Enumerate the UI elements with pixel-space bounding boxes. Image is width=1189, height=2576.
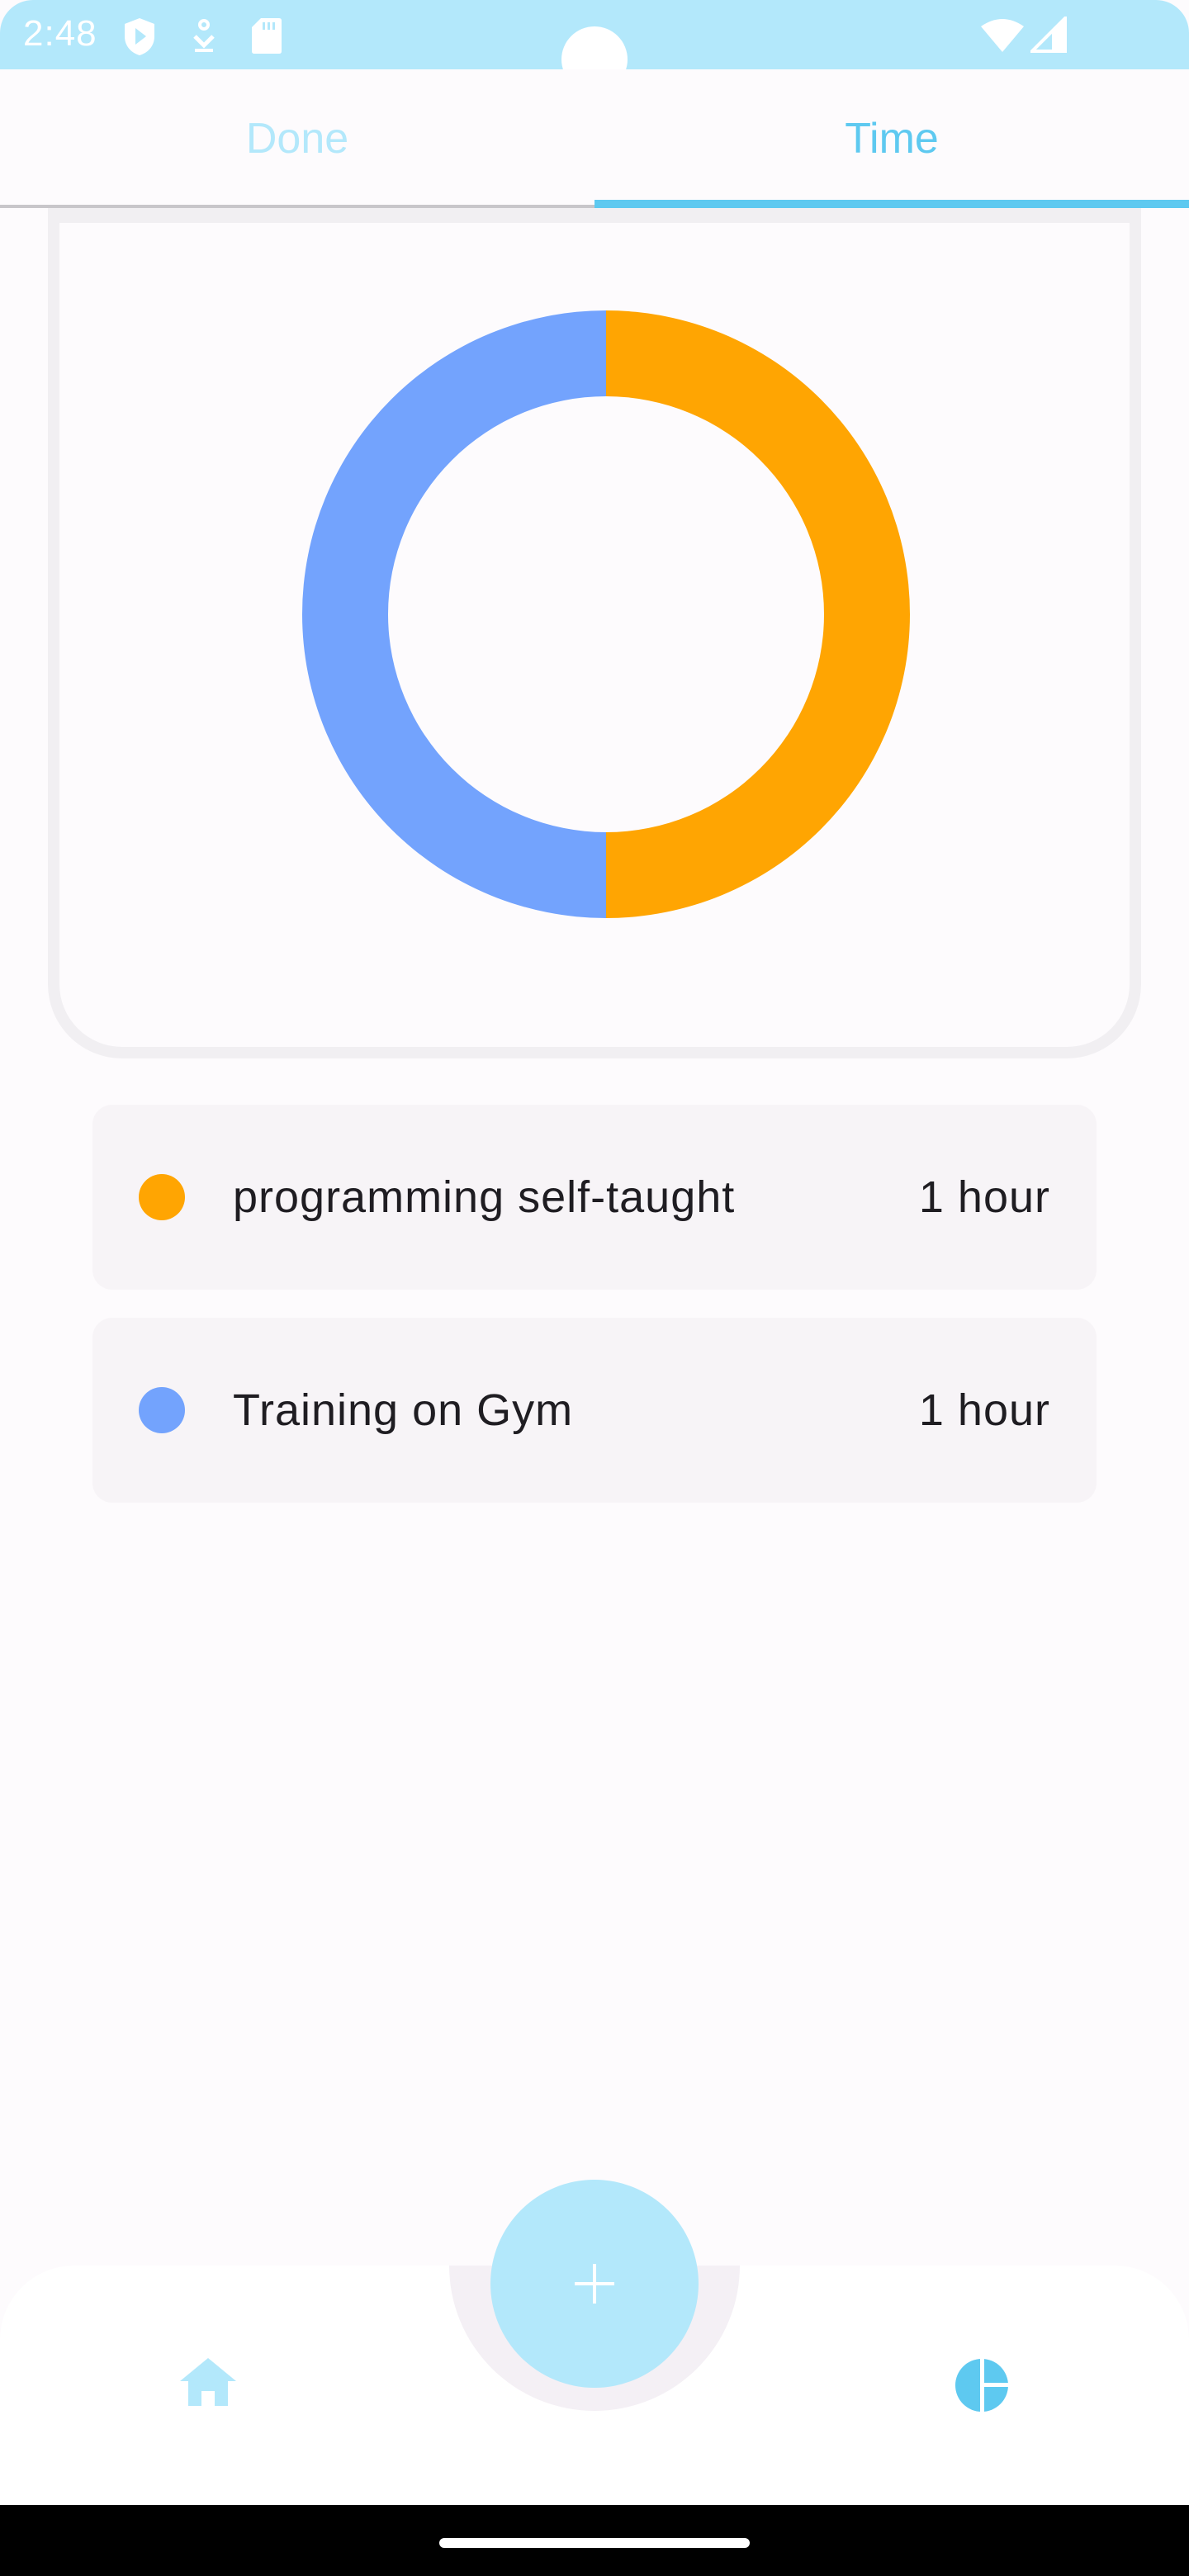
legend-color-dot <box>139 1387 185 1433</box>
chart-card <box>48 208 1141 1058</box>
plus-icon <box>575 2264 614 2304</box>
cellular-signal-icon <box>1030 17 1067 53</box>
legend-row[interactable]: Training on Gym 1 hour <box>92 1318 1097 1503</box>
legend-color-dot <box>139 1174 185 1220</box>
shield-play-icon <box>125 18 154 55</box>
wifi-icon <box>981 19 1024 52</box>
legend-value: 1 hour <box>918 1172 1050 1222</box>
home-icon[interactable] <box>178 2356 238 2408</box>
status-time: 2:48 <box>23 13 97 54</box>
tab-time[interactable]: Time <box>594 69 1189 208</box>
home-gesture-handle[interactable] <box>439 2538 750 2548</box>
donut-chart <box>302 310 910 918</box>
tab-bar: Done Time <box>0 69 1189 208</box>
pie-chart-icon[interactable] <box>955 2358 1009 2413</box>
tab-done[interactable]: Done <box>0 69 594 208</box>
legend-label: programming self-taught <box>233 1172 736 1222</box>
legend-value: 1 hour <box>918 1385 1050 1435</box>
sd-card-icon <box>252 18 282 54</box>
legend-row[interactable]: programming self-taught 1 hour <box>92 1105 1097 1290</box>
legend-label: Training on Gym <box>233 1385 574 1435</box>
status-bar: 2:48 <box>0 0 1189 92</box>
download-icon <box>193 19 215 52</box>
donut-slice-1[interactable] <box>302 310 606 918</box>
donut-slice-0[interactable] <box>606 310 910 918</box>
system-navigation-bar <box>0 2505 1189 2576</box>
tab-indicator <box>594 200 1189 208</box>
add-button[interactable] <box>490 2180 699 2388</box>
